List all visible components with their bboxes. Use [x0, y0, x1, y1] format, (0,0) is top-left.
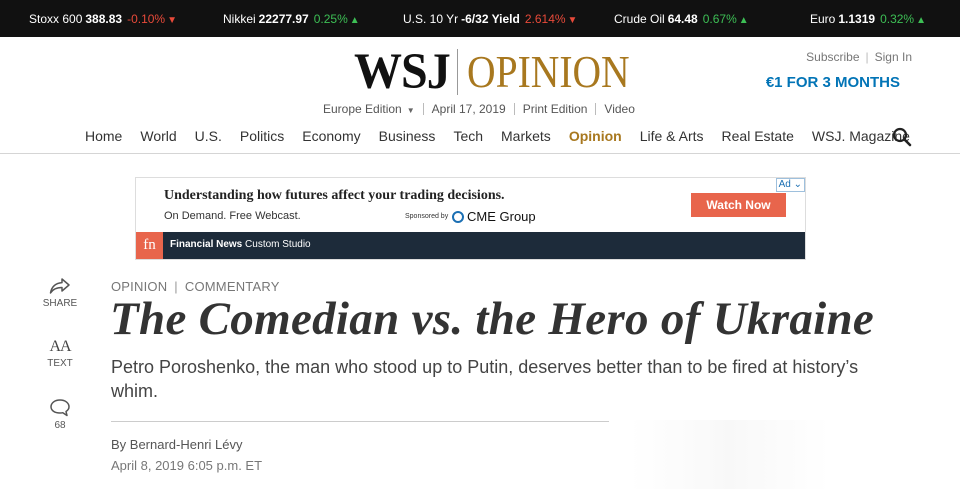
- masthead-logo[interactable]: WSJ OPINION: [354, 46, 656, 98]
- comment-count: 68: [54, 420, 66, 431]
- ad-sponsored-label: Sponsored by: [405, 213, 449, 220]
- ticker-item[interactable]: Crude Oil 64.48 0.67% ▲: [614, 12, 749, 26]
- share-label: SHARE: [42, 298, 78, 309]
- ticker-name: Euro: [810, 12, 836, 26]
- text-size-icon: AA: [49, 338, 71, 355]
- share-tool[interactable]: SHARE: [38, 277, 82, 309]
- edition-bar: Europe Edition ▼ April 17, 2019 Print Edi…: [323, 102, 635, 116]
- arrow-up-icon: ▲: [916, 15, 926, 26]
- ad-content: Understanding how futures affect your tr…: [136, 178, 805, 232]
- ticker-value: 64.48: [667, 12, 698, 26]
- text-size-tool[interactable]: AA TEXT: [38, 338, 82, 370]
- wsj-logo: WSJ: [354, 43, 451, 100]
- arrow-down-icon: ▼: [567, 15, 578, 26]
- arrow-down-icon: ▼: [167, 15, 178, 26]
- video-link[interactable]: Video: [604, 102, 634, 116]
- edition-label: Europe Edition: [323, 102, 402, 116]
- article-headline: The Comedian vs. the Hero of Ukraine: [110, 293, 875, 345]
- ticker-name: Stoxx 600: [29, 12, 83, 26]
- nav-item-home[interactable]: Home: [85, 128, 122, 144]
- arrow-up-icon: ▲: [349, 15, 360, 26]
- ticker-item[interactable]: U.S. 10 Yr -6/32 Yield 2.614% ▼: [403, 12, 577, 26]
- search-icon[interactable]: [892, 127, 912, 147]
- cme-globe-icon: [452, 210, 464, 223]
- ad-subtext: On Demand. Free Webcast.: [164, 210, 301, 222]
- subscription-promo-link[interactable]: €1 FOR 3 MONTHS: [766, 74, 900, 91]
- divider: [513, 103, 515, 115]
- comment-bubble-icon: [50, 399, 70, 417]
- fn-logo: fn: [136, 232, 163, 259]
- divider: [422, 103, 424, 115]
- ticker-value: 388.83: [85, 12, 123, 26]
- ticker-value: 1.1319: [838, 12, 876, 26]
- ticker-item[interactable]: Euro 1.1319 0.32% ▲: [810, 12, 926, 26]
- ticker-item[interactable]: Stoxx 600 388.83 -0.10% ▼: [29, 12, 177, 26]
- divider: |: [865, 50, 869, 64]
- ad-headline: Understanding how futures affect your tr…: [164, 188, 505, 203]
- sign-in-link[interactable]: Sign In: [875, 50, 912, 64]
- ticker-name: U.S. 10 Yr: [403, 12, 459, 26]
- ticker-value: 22277.97: [258, 12, 309, 26]
- share-arrow-icon: [49, 278, 70, 294]
- text-label: TEXT: [47, 358, 73, 369]
- comments-tool[interactable]: 68: [38, 398, 82, 431]
- subscribe-link[interactable]: Subscribe: [806, 50, 859, 64]
- print-edition-link[interactable]: Print Edition: [523, 102, 588, 116]
- article-subheadline: Petro Poroshenko, the man who stood up t…: [111, 357, 859, 401]
- watch-now-button[interactable]: Watch Now: [691, 193, 786, 217]
- nav-item-real-estate[interactable]: Real Estate: [722, 128, 794, 144]
- divider: [595, 103, 597, 115]
- ad-footer: fn Financial News Custom Studio: [136, 232, 805, 259]
- ticker-change: 2.614%: [524, 12, 566, 26]
- nav-item-tech[interactable]: Tech: [453, 128, 483, 144]
- ticker-name: Crude Oil: [614, 12, 665, 26]
- byline-divider: [111, 421, 609, 422]
- ad-studio-name: Custom Studio: [245, 239, 311, 250]
- main-nav: Home World U.S. Politics Economy Busines…: [85, 128, 928, 144]
- ticker-name: Nikkei: [223, 12, 256, 26]
- nav-item-life-arts[interactable]: Life & Arts: [640, 128, 704, 144]
- chevron-down-icon: ⌄: [793, 179, 802, 190]
- ticker-value: -6/32 Yield: [461, 12, 520, 26]
- loading-image-placeholder: [630, 420, 830, 489]
- nav-item-markets[interactable]: Markets: [501, 128, 551, 144]
- nav-item-us[interactable]: U.S.: [195, 128, 222, 144]
- section-logo: OPINION: [466, 46, 630, 97]
- author-byline[interactable]: By Bernard-Henri Lévy: [111, 437, 243, 452]
- publish-timestamp: April 8, 2019 6:05 p.m. ET: [111, 458, 263, 473]
- header-divider: [0, 153, 960, 154]
- nav-item-world[interactable]: World: [140, 128, 176, 144]
- advertisement-banner[interactable]: Understanding how futures affect your tr…: [135, 177, 806, 260]
- sponsor-logo: CME Group: [452, 209, 536, 224]
- arrow-up-icon: ▲: [738, 15, 749, 26]
- ad-footer-brand: Financial News Custom Studio: [170, 239, 311, 250]
- nav-item-business[interactable]: Business: [379, 128, 436, 144]
- ticker-item[interactable]: Nikkei 22277.97 0.25% ▲: [223, 12, 360, 26]
- ad-choices-badge[interactable]: Ad ⌄: [775, 178, 805, 192]
- ticker-change: -0.10%: [127, 12, 166, 26]
- edition-date: April 17, 2019: [431, 102, 506, 116]
- ticker-change: 0.25%: [313, 12, 348, 26]
- ticker-change: 0.67%: [702, 12, 737, 26]
- account-links: Subscribe | Sign In: [806, 50, 912, 64]
- nav-item-economy[interactable]: Economy: [302, 128, 360, 144]
- ad-brand-name: Financial News: [170, 239, 243, 250]
- nav-item-politics[interactable]: Politics: [240, 128, 284, 144]
- ticker-change: 0.32%: [880, 12, 915, 26]
- edition-selector[interactable]: Europe Edition ▼: [323, 102, 415, 116]
- nav-item-opinion[interactable]: Opinion: [569, 128, 622, 144]
- sponsor-name: CME Group: [467, 209, 536, 224]
- ad-badge-label: Ad: [778, 179, 791, 190]
- market-ticker: Stoxx 600 388.83 -0.10% ▼ Nikkei 22277.97 0.2…: [0, 0, 960, 37]
- caret-down-icon: ▼: [406, 106, 415, 115]
- logo-divider: [456, 49, 458, 95]
